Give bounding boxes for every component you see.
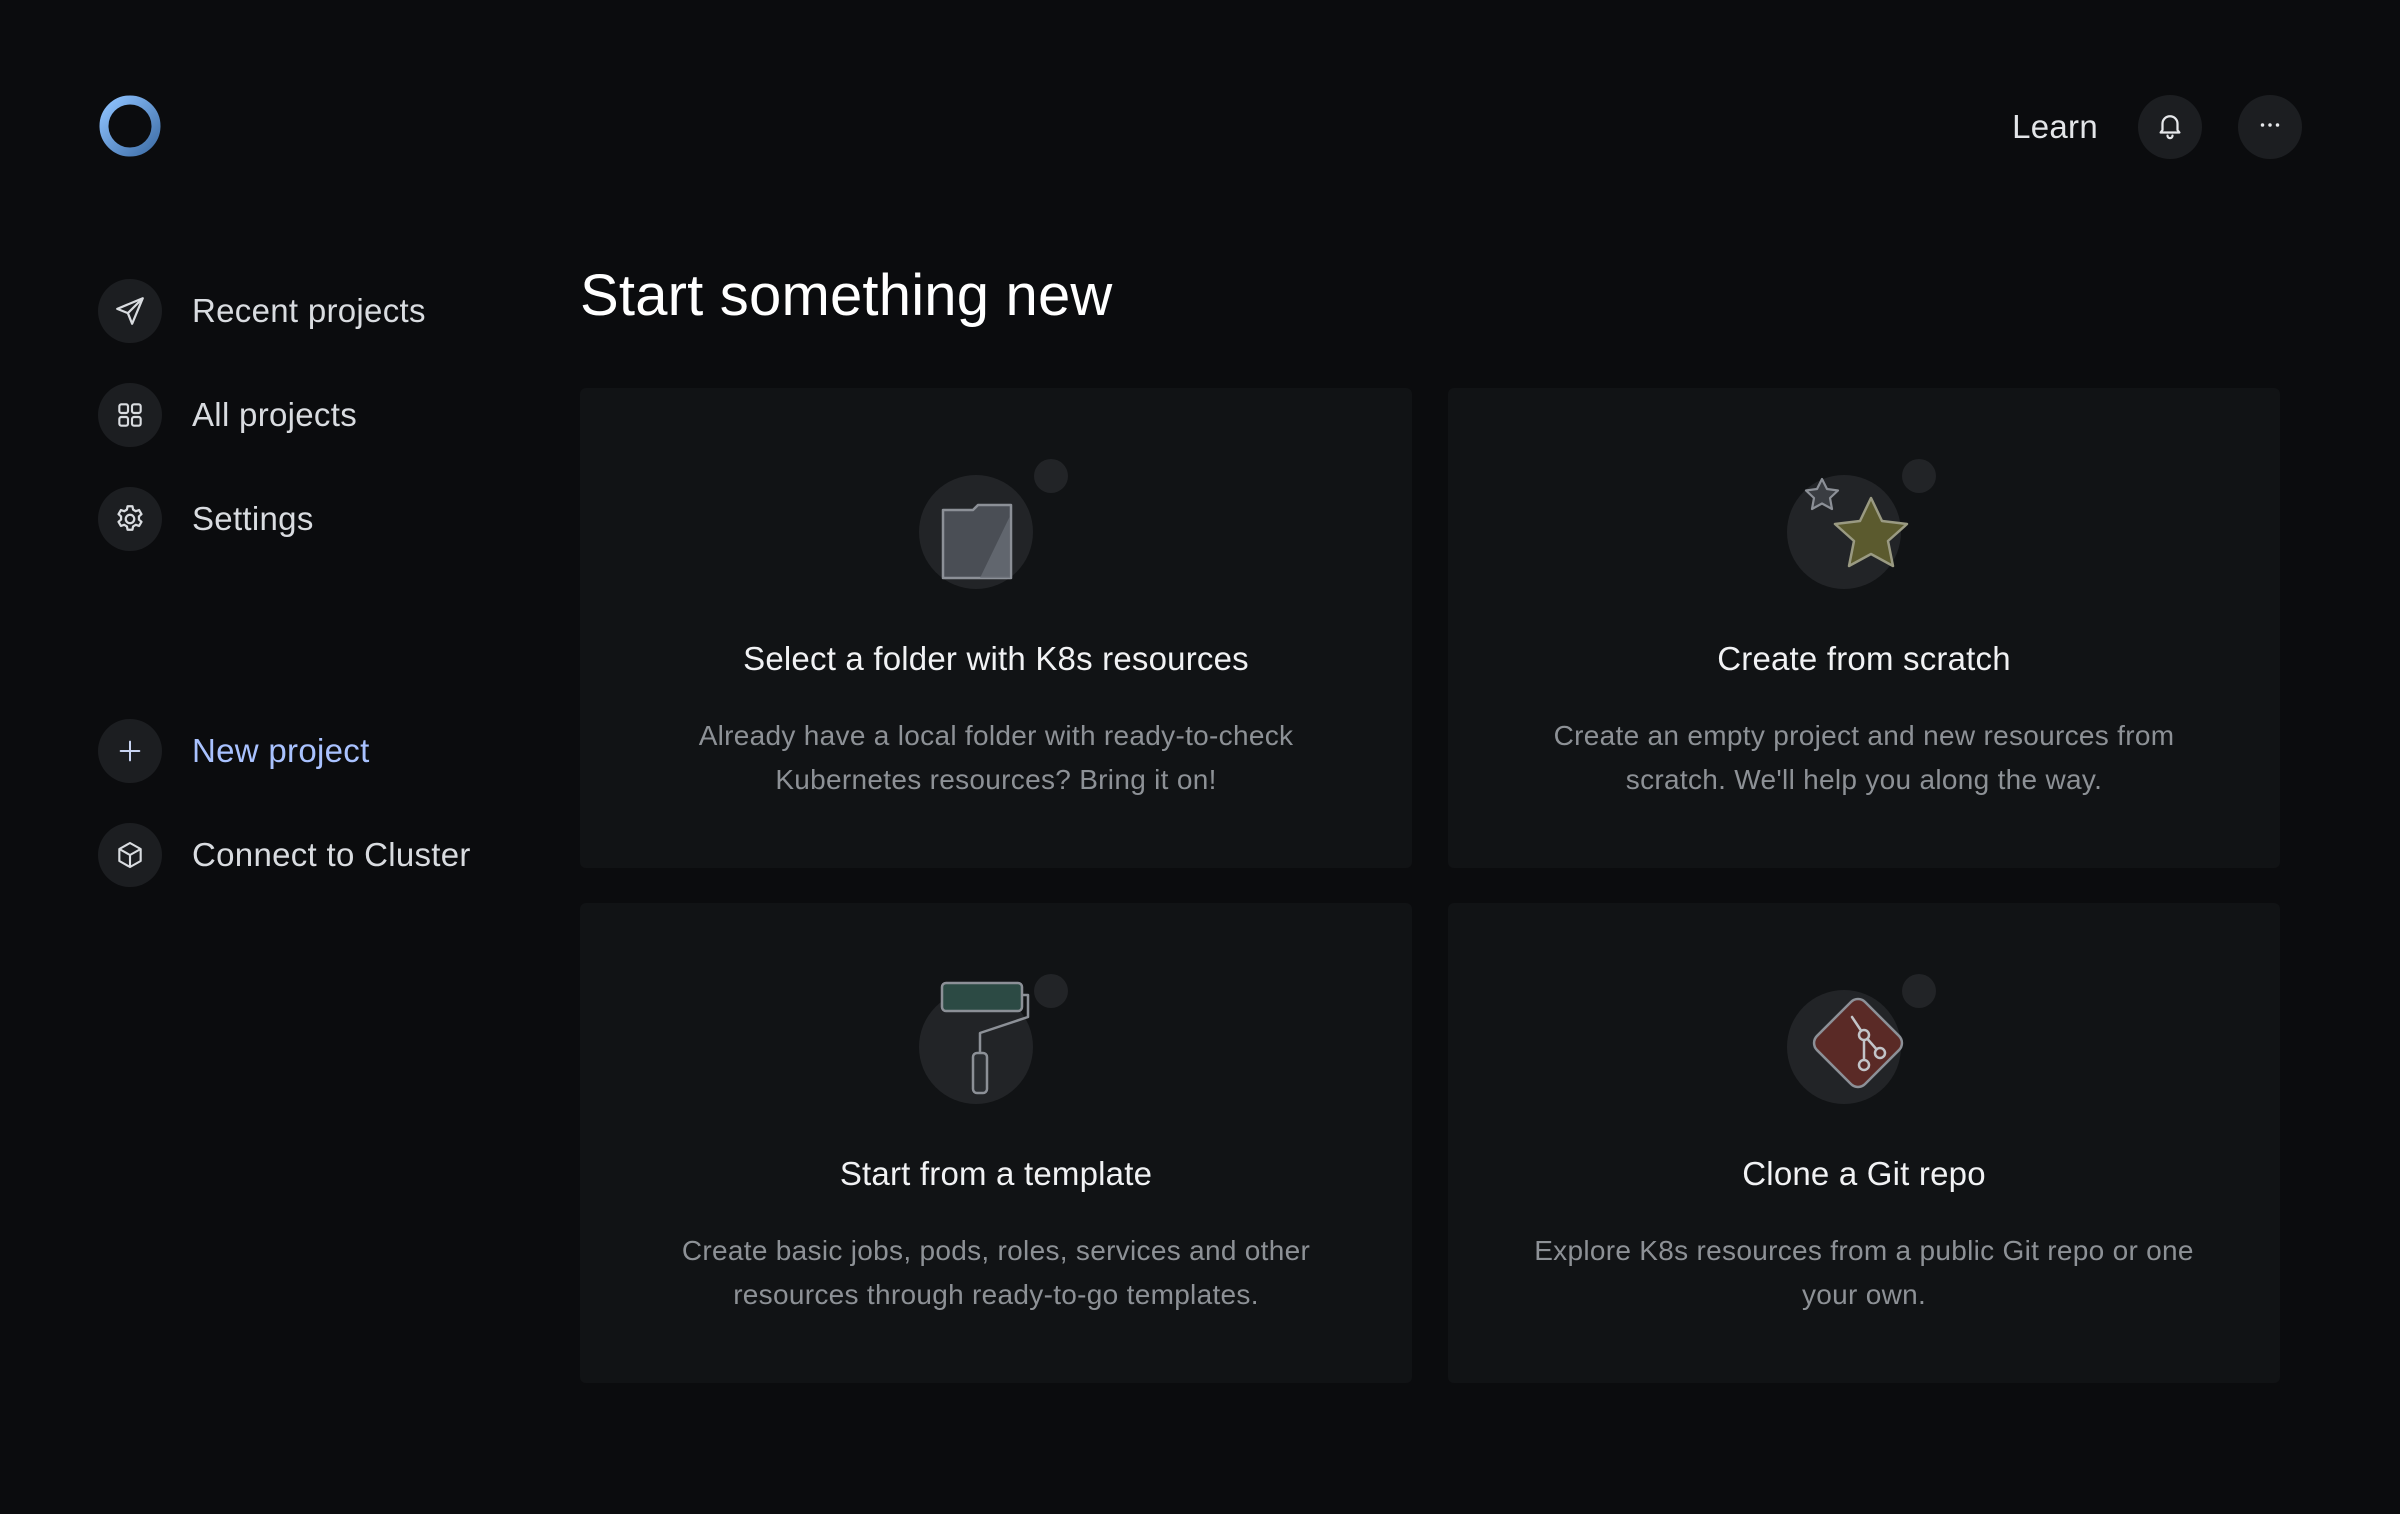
card-description: Explore K8s resources from a public Git … — [1534, 1235, 2194, 1310]
card-description: Create basic jobs, pods, roles, services… — [681, 1235, 1311, 1310]
new-project-button[interactable]: New project — [98, 718, 538, 784]
connect-to-cluster-button[interactable]: Connect to Cluster — [98, 822, 538, 888]
sidebar-item-all-projects[interactable]: All projects — [98, 382, 538, 448]
folder-icon — [906, 452, 1086, 592]
header-actions: Learn — [2012, 94, 2302, 160]
paint-roller-icon — [906, 967, 1086, 1107]
card-title: Select a folder with K8s resources — [743, 640, 1249, 677]
plus-icon — [98, 719, 162, 783]
notifications-button[interactable] — [2138, 95, 2202, 159]
card-title: Clone a Git repo — [1742, 1155, 1986, 1192]
learn-link[interactable]: Learn — [2012, 108, 2098, 146]
ring-logo-icon[interactable] — [98, 94, 162, 158]
cube-icon — [98, 823, 162, 887]
sidebar: Recent projects All projects Settings Ne… — [98, 278, 538, 926]
more-button[interactable] — [2238, 95, 2302, 159]
card-select-folder[interactable]: Select a folder with K8s resources Alrea… — [580, 388, 1412, 868]
bell-icon — [2155, 110, 2185, 145]
sidebar-item-recent-projects[interactable]: Recent projects — [98, 278, 538, 344]
new-project-label: New project — [192, 732, 370, 769]
star-icon — [1774, 452, 1954, 592]
connect-to-cluster-label: Connect to Cluster — [192, 836, 471, 873]
grid-icon — [98, 383, 162, 447]
start-options-grid: Select a folder with K8s resources Alrea… — [580, 388, 2282, 1383]
sidebar-item-label: All projects — [192, 396, 357, 433]
page-title: Start something new — [580, 263, 1113, 328]
gear-icon — [98, 487, 162, 551]
card-title: Start from a template — [839, 1155, 1153, 1192]
card-create-from-scratch[interactable]: Create from scratch Create an empty proj… — [1448, 388, 2280, 868]
card-title: Create from scratch — [1717, 640, 2011, 677]
paper-plane-icon — [98, 279, 162, 343]
card-clone-git-repo[interactable]: Clone a Git repo Explore K8s resources f… — [1448, 903, 2280, 1383]
card-description: Create an empty project and new resource… — [1553, 720, 2175, 795]
sidebar-item-label: Settings — [192, 500, 314, 537]
git-icon — [1774, 967, 1954, 1107]
card-description: Already have a local folder with ready-t… — [698, 720, 1294, 795]
more-dots-icon — [2255, 110, 2285, 145]
app-window: Learn Recent projects All projects Setti… — [0, 0, 2400, 1514]
sidebar-item-label: Recent projects — [192, 292, 426, 329]
card-start-from-template[interactable]: Start from a template Create basic jobs,… — [580, 903, 1412, 1383]
sidebar-item-settings[interactable]: Settings — [98, 486, 538, 552]
